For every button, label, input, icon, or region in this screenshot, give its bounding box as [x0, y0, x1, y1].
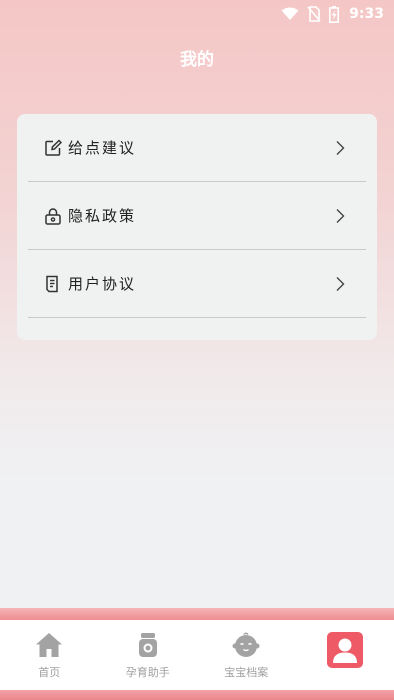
- lock-icon: [44, 207, 62, 225]
- menu-item-label: 用户协议: [68, 275, 137, 293]
- battery-charging-icon: [329, 5, 340, 23]
- document-icon: [44, 275, 62, 293]
- status-time: 9:33: [349, 6, 384, 22]
- user-icon: [326, 632, 363, 668]
- menu-item-privacy-policy[interactable]: 隐私政策: [28, 182, 366, 250]
- tab-label: 宝宝档案: [224, 666, 269, 679]
- tab-pregnancy-assistant[interactable]: 孕育助手: [99, 620, 198, 690]
- menu-card: 给点建议 隐私政策 用户协议: [17, 114, 377, 340]
- bottom-tab-bar: 首页 孕育助手 宝宝档案: [0, 620, 394, 690]
- chevron-right-icon: [334, 140, 346, 156]
- tab-home[interactable]: 首页: [0, 620, 99, 690]
- menu-item-feedback[interactable]: 给点建议: [28, 114, 366, 182]
- baby-face-icon: [231, 630, 261, 660]
- chevron-right-icon: [334, 208, 346, 224]
- tab-label: 首页: [38, 666, 61, 679]
- chevron-right-icon: [334, 276, 346, 292]
- tabbar-bottom-strip: [0, 690, 394, 700]
- no-sim-icon: [307, 6, 321, 22]
- menu-item-user-agreement[interactable]: 用户协议: [28, 250, 366, 318]
- wifi-icon: [281, 7, 299, 21]
- home-icon: [34, 630, 64, 660]
- menu-item-label: 给点建议: [68, 139, 137, 157]
- tabbar-accent-strip: [0, 608, 394, 620]
- tab-my-profile[interactable]: [296, 620, 394, 690]
- tab-label: 孕育助手: [125, 666, 170, 679]
- menu-item-label: 隐私政策: [68, 207, 137, 225]
- edit-icon: [44, 138, 62, 157]
- tab-baby-profile[interactable]: 宝宝档案: [197, 620, 296, 690]
- page-title: 我的: [180, 50, 214, 70]
- bottle-icon: [133, 630, 163, 660]
- status-bar: 9:33: [0, 0, 394, 28]
